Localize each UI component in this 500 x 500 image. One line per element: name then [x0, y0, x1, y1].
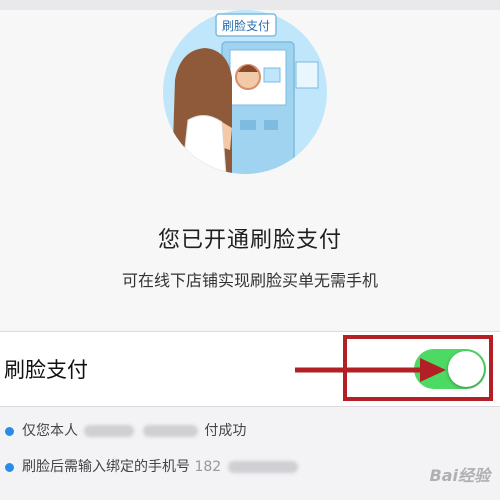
illustration-badge-label: 刷脸支付 [222, 19, 270, 33]
face-pay-setting-label: 刷脸支付 [4, 358, 88, 382]
list-item: 仅您本人 付成功 [0, 415, 500, 451]
notes-list: 仅您本人 付成功 刷脸后需输入绑定的手机号 182 [0, 415, 500, 487]
redacted-text [84, 425, 135, 437]
note-text: 刷脸后需输入绑定的手机号 182 [22, 456, 300, 476]
bullet-dot-icon [5, 463, 14, 472]
list-item: 刷脸后需输入绑定的手机号 182 [0, 451, 500, 487]
status-bar [0, 0, 500, 10]
watermark: Bai经验 [430, 462, 490, 486]
note-text-suffix: 182 [194, 459, 222, 475]
annotation-arrow-icon [295, 358, 446, 382]
redacted-text [142, 425, 198, 437]
redacted-text [227, 461, 298, 473]
note-text-prefix: 仅您本人 [22, 423, 78, 439]
watermark-text: Bai经验 [429, 466, 490, 485]
note-text-prefix: 刷脸后需输入绑定的手机号 [22, 459, 190, 475]
face-pay-illustration: 刷脸支付 [163, 10, 327, 174]
page-subtitle: 可在线下店铺实现刷脸买单无需手机 [121, 271, 378, 290]
note-text: 仅您本人 付成功 [22, 420, 246, 440]
hero-section: 刷脸支付 您已开通刷脸支付 可在线下店铺实现刷脸买单无需手机 [0, 10, 500, 330]
page-title: 您已开通刷脸支付 [157, 228, 342, 253]
toggle-knob[interactable] [448, 351, 484, 387]
note-text-suffix: 付成功 [204, 423, 247, 439]
bullet-dot-icon [5, 427, 14, 436]
